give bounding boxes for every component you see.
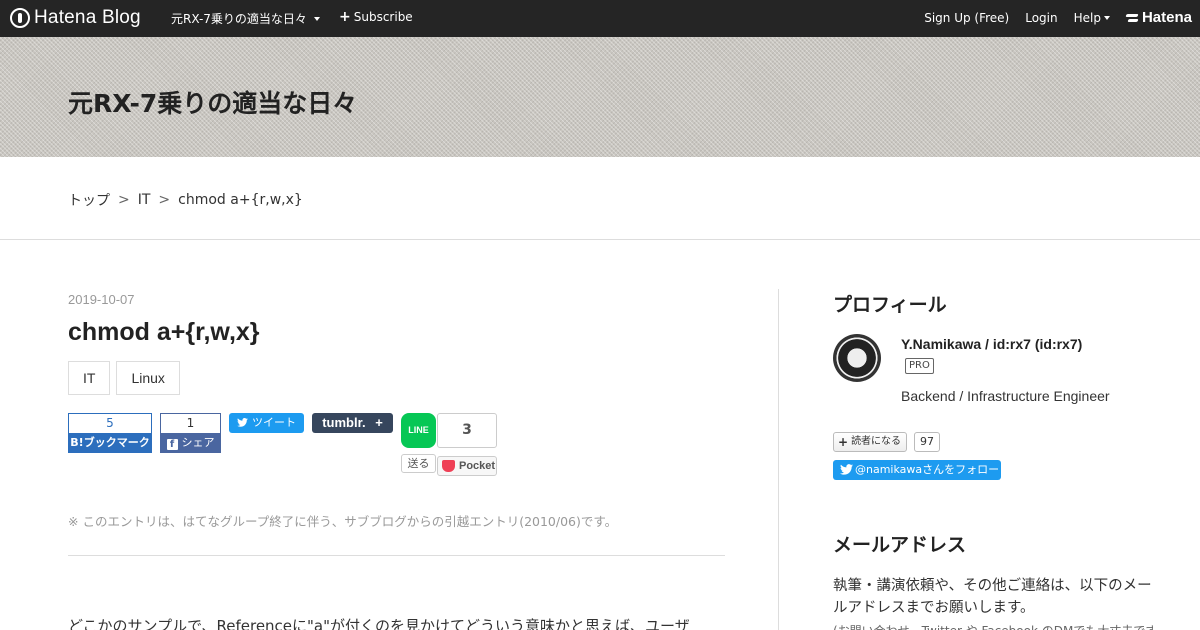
blog-header: 元RX-7乗りの適当な日々 [0,37,1200,157]
help-label: Help [1073,10,1101,25]
plus-icon: + [375,415,383,430]
mail-module-title: メールアドレス [833,534,967,556]
profile-module-title: プロフィール [833,294,947,316]
pro-badge[interactable]: PRO [905,358,934,374]
tweet-button[interactable]: ツイート [229,413,304,433]
signup-link[interactable]: Sign Up (Free) [924,11,1009,25]
subscribe-reader-button[interactable]: + 読者になる [833,432,908,452]
tumblr-label: tumblr. [322,415,366,430]
profile-name[interactable]: Y.Namikawa / id:rx7 (id:rx7) [901,336,1082,352]
chevron-down-icon [1103,15,1110,20]
breadcrumb-divider [0,239,1200,240]
tumblr-share-button[interactable]: tumblr. + [312,413,393,433]
facebook-share-label-wrap: f シェア [160,433,221,453]
entry-date[interactable]: 2019-10-07 [68,292,135,307]
mail-module-note: (お問い合わせ、Twitter や Facebook のDMでも大丈夫です) [833,622,1153,630]
hatena-logo-icon [10,8,30,28]
logo-text: Hatena Blog [34,7,141,28]
breadcrumb-separator: > [118,192,130,208]
mail-module-text: 執筆・講演依頼や、その他ご連絡は、以下のメールアドレスまでお願いします。 [833,578,1152,616]
plus-icon: + [838,435,849,449]
breadcrumb-top[interactable]: トップ [68,190,110,210]
pocket-icon [442,460,455,472]
category-it[interactable]: IT [68,361,111,395]
entry-body-text: どこかのサンプルで、Referenceに"a"が付くのを見かけてどういう意味かと… [68,617,690,630]
pocket-label: Pocket [459,460,496,472]
blog-title[interactable]: 元RX-7乗りの適当な日々 [68,84,357,120]
hatena-blog-logo[interactable]: Hatena Blog [10,7,141,29]
pocket-button[interactable]: Pocket [437,456,497,476]
twitter-bird-icon [237,418,248,427]
reader-label: 読者になる [851,436,902,447]
global-header: Hatena Blog 元RX-7乗りの適当な日々 + Subscribe Si… [0,0,1200,37]
line-share-button[interactable]: LINE [401,413,436,448]
facebook-share-button[interactable]: 1 f シェア [160,413,221,453]
breadcrumb-separator: > [158,192,171,208]
breadcrumb: トップ > IT > chmod a+{r,w,x} [68,190,303,210]
follow-label: @namikawaさんをフォロー [855,463,1000,476]
hatena-brand-label: Hatena [1141,9,1192,26]
hatena-bookmark-label: B!ブックマーク [68,433,152,453]
column-divider [778,289,779,630]
hatena-mark-icon [1126,13,1140,23]
plus-icon: + [339,9,351,25]
entry-notice: ※ このエントリは、はてなグループ終了に伴う、サブブログからの引越エントリ(20… [68,514,618,529]
entry-title[interactable]: chmod a+{r,w,x} [68,318,260,347]
entry-divider [68,555,725,556]
facebook-icon: f [166,439,178,450]
entry-categories: IT Linux [68,361,180,395]
profile-description: Backend / Infrastructure Engineer [901,388,1110,404]
chevron-down-icon [313,16,320,21]
login-link[interactable]: Login [1025,11,1057,25]
tweet-label: ツイート [252,416,296,429]
reader-count[interactable]: 97 [914,432,940,452]
twitter-follow-button[interactable]: @namikawaさんをフォロー [833,460,1001,480]
facebook-share-label: シェア [181,436,215,449]
hatena-brand-link[interactable]: Hatena [1126,9,1192,26]
global-header-right: Sign Up (Free) Login Help Hatena [924,9,1192,26]
line-send-button[interactable]: 送る [401,454,436,473]
line-label: LINE [408,425,429,435]
twitter-bird-icon [840,464,853,475]
help-menu[interactable]: Help [1074,11,1110,25]
pocket-count: 3 [437,413,497,448]
hatena-bookmark-count: 5 [68,413,152,433]
breadcrumb-category[interactable]: IT [138,192,151,208]
hatena-bookmark-button[interactable]: 5 B!ブックマーク [68,413,152,453]
subscribe-button[interactable]: + Subscribe [339,10,413,24]
blog-menu-dropdown[interactable]: 元RX-7乗りの適当な日々 [171,10,320,27]
category-linux[interactable]: Linux [116,361,180,395]
avatar[interactable] [833,334,881,382]
facebook-share-count: 1 [160,413,221,433]
breadcrumb-current: chmod a+{r,w,x} [178,192,303,208]
blog-menu-label: 元RX-7乗りの適当な日々 [171,12,307,26]
subscribe-label: Subscribe [353,10,413,24]
